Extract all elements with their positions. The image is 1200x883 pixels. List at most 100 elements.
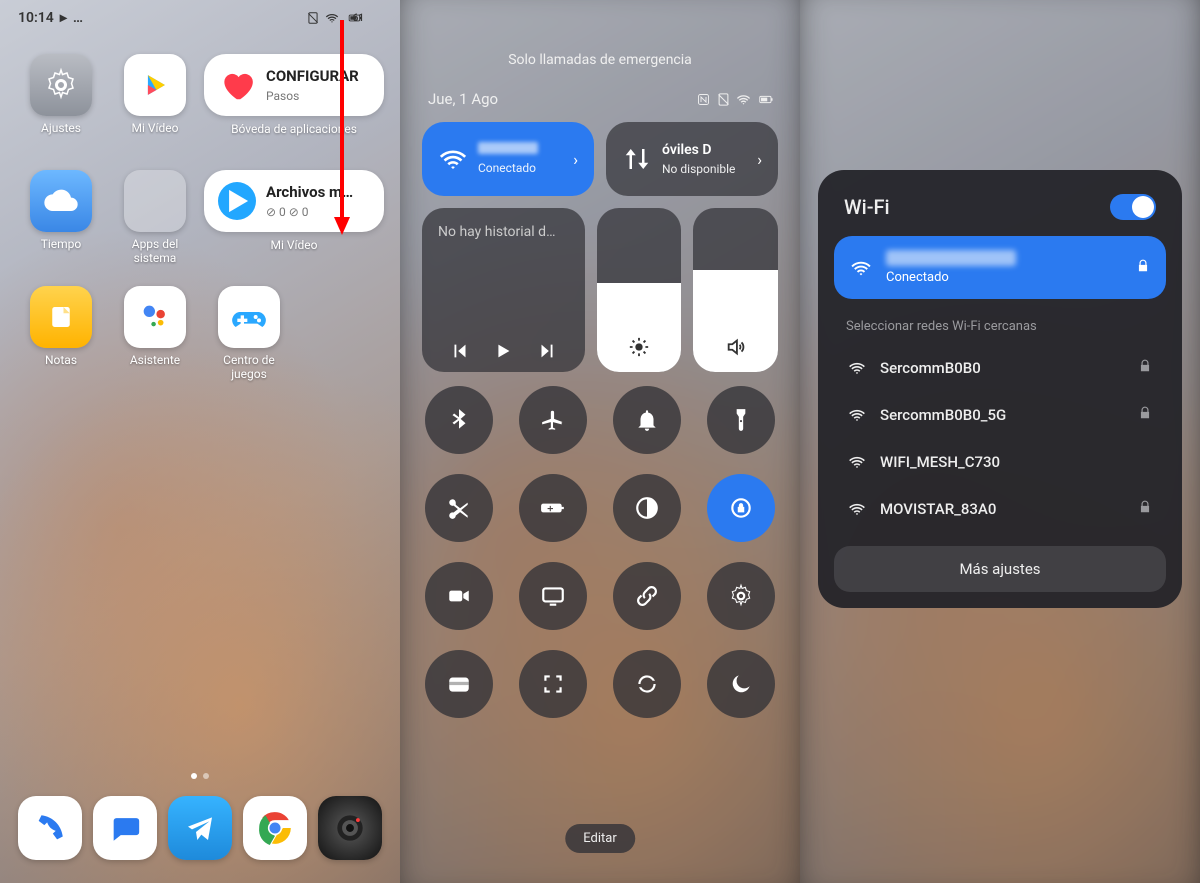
toggle-screenshot[interactable] — [425, 474, 493, 542]
network-item[interactable]: MOVISTAR_83A0 — [834, 485, 1166, 532]
toggle-screen-record[interactable] — [425, 562, 493, 630]
network-item[interactable]: SercommB0B0 — [834, 344, 1166, 391]
chrome-icon — [256, 809, 294, 847]
more-settings-button[interactable]: Más ajustes — [834, 546, 1166, 592]
toggle-sync[interactable] — [613, 650, 681, 718]
assistant-icon — [138, 300, 172, 334]
home-screen: 10:14 ▸ … 61 Ajustes Mi Vídeo — [0, 0, 400, 883]
toggle-battery-saver[interactable] — [519, 474, 587, 542]
toggle-hotspot[interactable] — [613, 562, 681, 630]
scissor-icon — [446, 495, 472, 521]
toggle-scanner[interactable] — [519, 650, 587, 718]
toggle-settings[interactable] — [707, 562, 775, 630]
app-centro-juegos[interactable]: Centro de juegos — [204, 286, 294, 398]
next-icon[interactable] — [536, 340, 558, 362]
brightness-slider[interactable] — [597, 208, 682, 372]
qs-date: Jue, 1 Ago — [428, 90, 498, 108]
status-play-icon: ▸ — [60, 10, 67, 26]
wifi-icon — [438, 144, 468, 174]
edit-button[interactable]: Editar — [565, 824, 635, 853]
media-tile[interactable]: No hay historial d… — [422, 208, 585, 372]
qs-status-icons — [696, 92, 776, 107]
dock-camera[interactable] — [318, 796, 382, 860]
app-asistente[interactable]: Asistente — [110, 286, 200, 398]
heart-icon — [218, 66, 256, 104]
toggle-airplane[interactable] — [519, 386, 587, 454]
emergency-text: Solo llamadas de emergencia — [400, 52, 800, 68]
wifi-panel: Wi-Fi Conectado Seleccionar redes Wi-Fi … — [818, 170, 1182, 608]
no-sim-icon — [716, 92, 731, 107]
toggle-dark-mode[interactable] — [613, 474, 681, 542]
play-icon[interactable] — [492, 340, 514, 362]
toggle-cast[interactable] — [519, 562, 587, 630]
lock-icon — [1138, 405, 1152, 424]
wallet-icon — [446, 671, 472, 697]
prev-icon[interactable] — [449, 340, 471, 362]
toggle-dnd[interactable] — [613, 386, 681, 454]
airplane-icon — [540, 407, 566, 433]
clock: 10:14 — [18, 10, 54, 26]
lock-icon — [1138, 499, 1152, 518]
ssid-blurred — [886, 250, 1016, 266]
connected-network[interactable]: Conectado — [834, 236, 1166, 299]
status-more-icon: … — [73, 10, 83, 26]
bell-icon — [634, 407, 660, 433]
annotation-arrow — [330, 20, 360, 244]
volume-slider[interactable] — [693, 208, 778, 372]
toggle-bluetooth[interactable] — [425, 386, 493, 454]
moon-icon — [728, 671, 754, 697]
app-ajustes[interactable]: Ajustes — [16, 54, 106, 166]
sync-icon — [634, 671, 660, 697]
contrast-icon — [634, 495, 660, 521]
network-item[interactable]: SercommB0B0_5G — [834, 391, 1166, 438]
lock-icon — [1136, 258, 1150, 277]
lock-icon — [1138, 358, 1152, 377]
toggle-wallet[interactable] — [425, 650, 493, 718]
wifi-icon — [848, 453, 866, 471]
mobile-data-tile[interactable]: óviles D No disponible › — [606, 122, 778, 196]
wifi-icon — [848, 500, 866, 518]
folder-apps-sistema[interactable]: Apps del sistema — [110, 170, 200, 282]
wifi-switch[interactable] — [1110, 194, 1156, 220]
network-item[interactable]: WIFI_MESH_C730 — [834, 438, 1166, 485]
flashlight-icon — [728, 407, 754, 433]
cloud-icon — [41, 181, 81, 221]
page-indicator — [0, 773, 400, 779]
play-circle-icon — [218, 182, 256, 220]
battery-icon — [756, 92, 776, 107]
wifi-settings: Wi-Fi Conectado Seleccionar redes Wi-Fi … — [800, 0, 1200, 883]
note-icon — [46, 302, 76, 332]
link-icon — [634, 583, 660, 609]
camera-icon — [331, 809, 369, 847]
phone-icon — [33, 811, 67, 845]
gear-icon — [43, 67, 79, 103]
app-notas[interactable]: Notas — [16, 286, 106, 398]
wifi-icon — [848, 406, 866, 424]
wifi-title: Wi-Fi — [844, 195, 890, 219]
chevron-right-icon: › — [757, 150, 762, 169]
quick-settings: Solo llamadas de emergencia Jue, 1 Ago C… — [400, 0, 800, 883]
dock-telegram[interactable] — [168, 796, 232, 860]
dock-phone[interactable] — [18, 796, 82, 860]
no-sim-icon — [306, 11, 320, 25]
nearby-heading: Seleccionar redes Wi-Fi cercanas — [834, 313, 1166, 344]
wifi-tile[interactable]: Conectado › — [422, 122, 594, 196]
app-tiempo[interactable]: Tiempo — [16, 170, 106, 282]
battery-plus-icon — [540, 495, 566, 521]
wifi-icon — [736, 92, 751, 107]
scan-icon — [540, 671, 566, 697]
bluetooth-icon — [446, 407, 472, 433]
gear-icon — [728, 583, 754, 609]
dock-chrome[interactable] — [243, 796, 307, 860]
gamepad-icon — [229, 297, 269, 337]
cast-icon — [540, 583, 566, 609]
wifi-icon — [850, 257, 872, 279]
folder-icon — [124, 170, 186, 232]
dock-messages[interactable] — [93, 796, 157, 860]
toggle-rotation-lock[interactable] — [707, 474, 775, 542]
toggle-night[interactable] — [707, 650, 775, 718]
dock — [12, 787, 388, 869]
toggle-flashlight[interactable] — [707, 386, 775, 454]
wifi-icon — [848, 359, 866, 377]
app-mivideo[interactable]: Mi Vídeo — [110, 54, 200, 166]
